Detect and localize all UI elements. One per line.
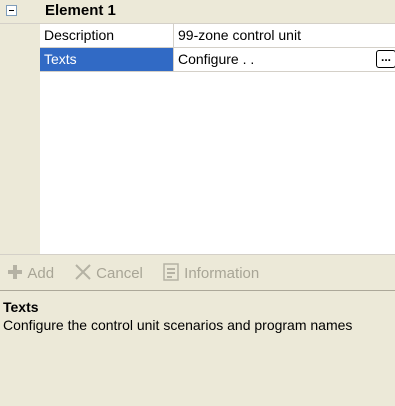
ellipsis-button[interactable]: ... [376, 50, 395, 68]
property-row-texts[interactable]: Texts Configure . . ... [40, 48, 395, 72]
category-title: Element 1 [45, 2, 116, 19]
property-name[interactable]: Texts [40, 48, 174, 71]
add-button[interactable]: Add [6, 263, 54, 283]
property-value[interactable]: 99-zone control unit [178, 24, 301, 47]
category-row[interactable]: Element 1 [0, 0, 395, 24]
help-panel: Texts Configure the control unit scenari… [0, 290, 395, 406]
information-button[interactable]: Information [162, 263, 259, 283]
document-icon [163, 263, 179, 281]
grid-gutter [0, 0, 40, 254]
add-label: Add [27, 265, 55, 282]
property-value[interactable]: Configure . . [178, 48, 254, 71]
collapse-icon[interactable] [6, 5, 17, 16]
plus-icon [8, 265, 22, 279]
property-row-description[interactable]: Description 99-zone control unit [40, 24, 395, 48]
help-title: Texts [3, 299, 39, 315]
property-name[interactable]: Description [40, 24, 174, 47]
information-label: Information [184, 265, 260, 282]
property-grid: Element 1 Description 99-zone control un… [0, 0, 395, 254]
x-icon [75, 264, 91, 280]
cancel-button[interactable]: Cancel [74, 263, 143, 283]
cancel-label: Cancel [96, 265, 143, 282]
action-toolbar: Add Cancel Information [0, 254, 395, 290]
help-description: Configure the control unit scenarios and… [3, 317, 353, 333]
